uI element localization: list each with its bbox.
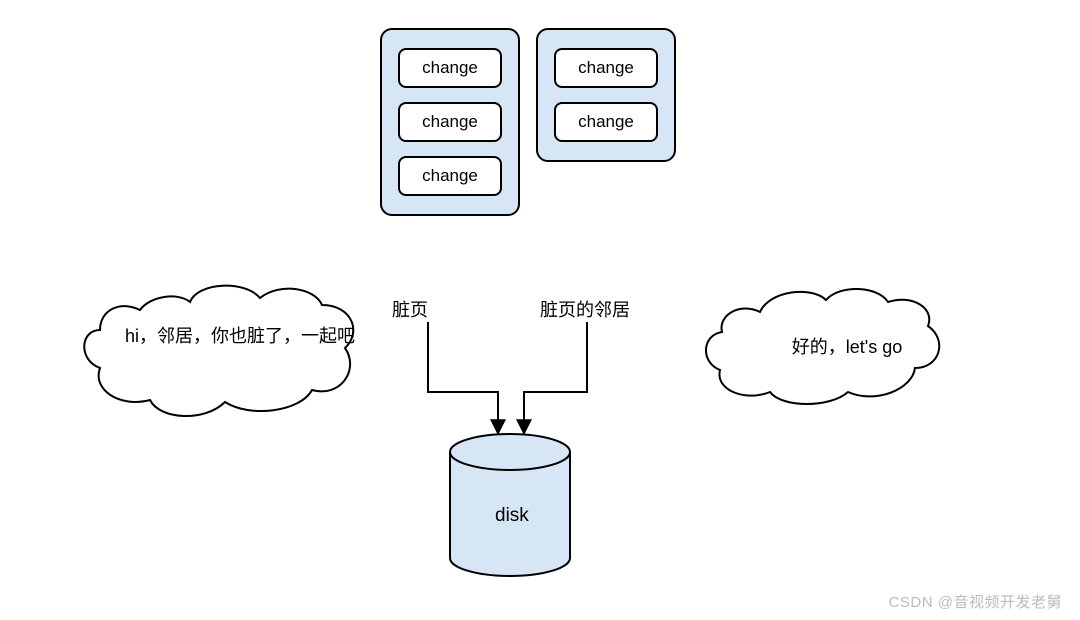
disk-label: disk <box>495 505 529 527</box>
arrow-right-to-disk <box>524 322 587 432</box>
change-entry: change <box>398 102 502 142</box>
neighbor-page-label: 脏页的邻居 <box>540 296 630 322</box>
change-entry: change <box>398 48 502 88</box>
dirty-page-box: change change change <box>380 28 520 216</box>
change-entry: change <box>554 102 658 142</box>
speech-cloud-left <box>84 286 353 416</box>
speech-left-text: hi，邻居，你也脏了，一起吧 <box>125 322 355 351</box>
neighbor-page-box: change change <box>536 28 676 162</box>
watermark: CSDN @音视频开发老舅 <box>889 591 1062 612</box>
change-entry: change <box>398 156 502 196</box>
dirty-page-label: 脏页 <box>392 296 428 322</box>
arrow-left-to-disk <box>428 322 498 432</box>
change-entry: change <box>554 48 658 88</box>
speech-right-text: 好的，let's go <box>752 333 942 362</box>
